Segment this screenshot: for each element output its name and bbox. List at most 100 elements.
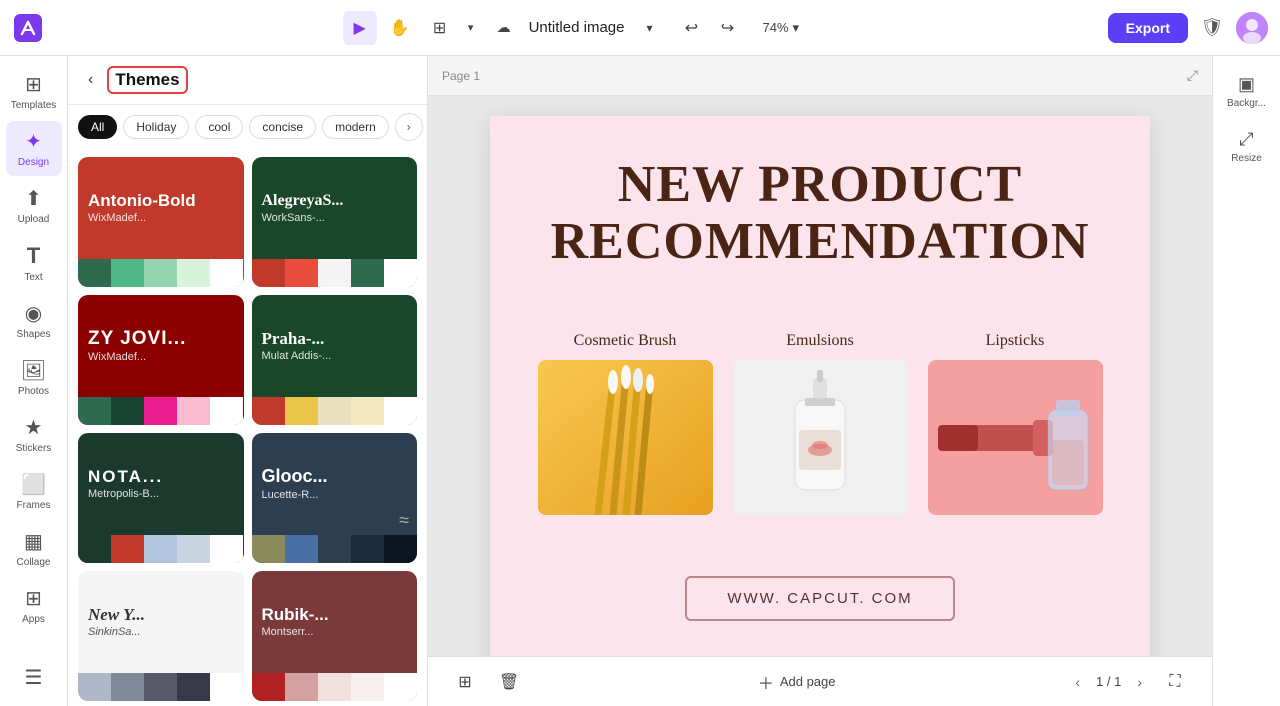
back-btn[interactable]: ‹ xyxy=(82,69,99,91)
filter-tag-holiday[interactable]: Holiday xyxy=(123,115,189,139)
theme-card-newy[interactable]: New Y... SinkinSa... xyxy=(78,571,244,701)
grid-view-btn[interactable]: ⊞ xyxy=(448,665,482,699)
theme-font1-newy: New Y... xyxy=(88,606,145,625)
extra-icon: ☰ xyxy=(25,665,43,690)
sidebar-item-stickers[interactable]: ★ Stickers xyxy=(6,407,62,462)
product-label-emulsion: Emulsions xyxy=(786,332,854,350)
pointer-tool-btn[interactable]: ▶ xyxy=(343,11,377,45)
undo-redo-group: ↩ ↪ xyxy=(674,11,744,45)
theme-card-top-zyjovi: ZY JOVI... WixMadef... xyxy=(78,295,244,397)
sidebar-item-templates[interactable]: ⊞ Templates xyxy=(6,64,62,119)
sidebar-item-frames[interactable]: ⬜ Frames xyxy=(6,464,62,519)
text-icon: T xyxy=(27,243,40,269)
topbar-right: Export 🛡 xyxy=(1108,12,1268,44)
theme-panel: ‹ Themes All Holiday cool concise modern… xyxy=(68,56,428,706)
zoom-btn[interactable]: 74% ▾ xyxy=(752,16,809,40)
sidebar-item-design[interactable]: ✦ Design xyxy=(6,121,62,176)
theme-card-zyjovi[interactable]: ZY JOVI... WixMadef... xyxy=(78,295,244,425)
theme-palette-zyjovi xyxy=(78,397,244,425)
theme-palette-glooc xyxy=(252,535,418,563)
theme-card-top-praho: Praha-... Mulat Addis-... xyxy=(252,295,418,397)
theme-font2-alegreya: WorkSans-... xyxy=(262,212,325,224)
redo-btn[interactable]: ↪ xyxy=(710,11,744,45)
filter-tag-modern[interactable]: modern xyxy=(322,115,389,139)
theme-card-glooc[interactable]: Glooc... Lucette-R... ≈ xyxy=(252,433,418,563)
frames-icon: ⬜ xyxy=(21,472,46,497)
grid-tool-btn[interactable]: ⊞ xyxy=(423,11,457,45)
theme-palette-praho xyxy=(252,397,418,425)
add-page-plus-icon: ＋ xyxy=(758,670,774,694)
sidebar-label-photos: Photos xyxy=(18,386,49,397)
product-label-lipstick: Lipsticks xyxy=(986,332,1045,350)
filter-more-btn[interactable]: › xyxy=(395,113,423,141)
shapes-icon: ◉ xyxy=(25,301,42,326)
avatar[interactable] xyxy=(1236,12,1268,44)
page-label: Page 1 xyxy=(442,69,480,83)
filter-tag-cool[interactable]: cool xyxy=(195,115,243,139)
theme-card-nota[interactable]: NOTA... Metropolis-B... xyxy=(78,433,244,563)
theme-font2-nota: Metropolis-B... xyxy=(88,488,159,500)
topbar: ▶ ✋ ⊞ ▾ ☁ Untitled image ▾ ↩ ↪ 74% ▾ Exp… xyxy=(0,0,1280,56)
sidebar-item-apps[interactable]: ⊞ Apps xyxy=(6,578,62,633)
photos-icon: 🖼 xyxy=(21,358,46,383)
cloud-save-btn[interactable]: ☁ xyxy=(487,11,521,45)
product-img-brush xyxy=(538,360,713,515)
theme-title: Themes xyxy=(115,70,179,89)
doc-title-dropdown[interactable]: ▾ xyxy=(632,11,666,45)
undo-btn[interactable]: ↩ xyxy=(674,11,708,45)
grid-tool-dropdown[interactable]: ▾ xyxy=(463,11,479,45)
delete-page-btn[interactable]: 🗑 xyxy=(492,665,526,699)
sidebar-label-design: Design xyxy=(18,157,49,168)
resize-icon: ⤢ xyxy=(1239,129,1253,150)
theme-palette-nota xyxy=(78,535,244,563)
url-text: WWW. CAPCUT. COM xyxy=(727,590,912,607)
hand-tool-btn[interactable]: ✋ xyxy=(383,11,417,45)
theme-font1-praho: Praha-... xyxy=(262,330,325,349)
fullscreen-btn[interactable]: ⛶ xyxy=(1158,665,1192,699)
resize-label: Resize xyxy=(1231,153,1262,164)
sidebar-item-text[interactable]: T Text xyxy=(6,235,62,291)
sidebar-item-photos[interactable]: 🖼 Photos xyxy=(6,350,62,405)
export-btn[interactable]: Export xyxy=(1108,13,1188,43)
canvas-expand-btn[interactable]: ⤢ xyxy=(1187,67,1198,84)
sidebar-item-upload[interactable]: ⬆ Upload xyxy=(6,178,62,233)
theme-font2-praho: Mulat Addis-... xyxy=(262,350,332,362)
theme-font1-glooc: Glooc... xyxy=(262,467,328,487)
canvas-scroll[interactable]: NEW PRODUCT RECOMMENDATION Cosmetic Brus… xyxy=(428,96,1212,656)
url-box: WWW. CAPCUT. COM xyxy=(685,576,954,621)
filter-tag-all[interactable]: All xyxy=(78,115,117,139)
right-panel-background[interactable]: ▣ Backgr... xyxy=(1219,66,1275,117)
upload-icon: ⬆ xyxy=(25,186,42,211)
stickers-icon: ★ xyxy=(25,415,43,440)
glooc-tilde-icon: ≈ xyxy=(399,510,409,531)
sidebar-item-extra[interactable]: ☰ xyxy=(6,657,62,698)
canvas-page: NEW PRODUCT RECOMMENDATION Cosmetic Brus… xyxy=(490,116,1150,656)
zoom-level: 74% xyxy=(762,20,788,35)
filter-tag-concise[interactable]: concise xyxy=(249,115,316,139)
theme-card-top-nota: NOTA... Metropolis-B... xyxy=(78,433,244,535)
sidebar-item-collage[interactable]: ▦ Collage xyxy=(6,521,62,576)
right-panel-resize[interactable]: ⤢ Resize xyxy=(1219,121,1275,172)
theme-card-top-antonio: Antonio-Bold WixMadef... xyxy=(78,157,244,259)
sidebar-label-templates: Templates xyxy=(11,100,57,111)
sidebar-label-apps: Apps xyxy=(22,614,45,625)
theme-card-alegreya[interactable]: AlegreyaS... WorkSans-... xyxy=(252,157,418,287)
add-page-btn[interactable]: ＋ Add page xyxy=(748,664,846,700)
theme-card-praho[interactable]: Praha-... Mulat Addis-... xyxy=(252,295,418,425)
theme-card-antonio[interactable]: Antonio-Bold WixMadef... xyxy=(78,157,244,287)
page-prev-btn[interactable]: ‹ xyxy=(1067,670,1088,694)
sidebar-label-text: Text xyxy=(24,272,42,283)
shield-icon[interactable]: 🛡 xyxy=(1196,12,1228,44)
theme-palette-alegreya xyxy=(252,259,418,287)
product-img-lipstick xyxy=(928,360,1103,515)
theme-card-rubik[interactable]: Rubik-... Montserr... xyxy=(252,571,418,701)
theme-palette-rubik xyxy=(252,673,418,701)
right-panel: ▣ Backgr... ⤢ Resize xyxy=(1212,56,1280,706)
page-next-btn[interactable]: › xyxy=(1129,670,1150,694)
sidebar-item-shapes[interactable]: ◉ Shapes xyxy=(6,293,62,348)
logo-icon[interactable] xyxy=(12,12,44,44)
collage-icon: ▦ xyxy=(24,529,43,554)
sidebar-label-collage: Collage xyxy=(17,557,51,568)
theme-card-top-glooc: Glooc... Lucette-R... xyxy=(252,433,418,535)
theme-card-top-alegreya: AlegreyaS... WorkSans-... xyxy=(252,157,418,259)
